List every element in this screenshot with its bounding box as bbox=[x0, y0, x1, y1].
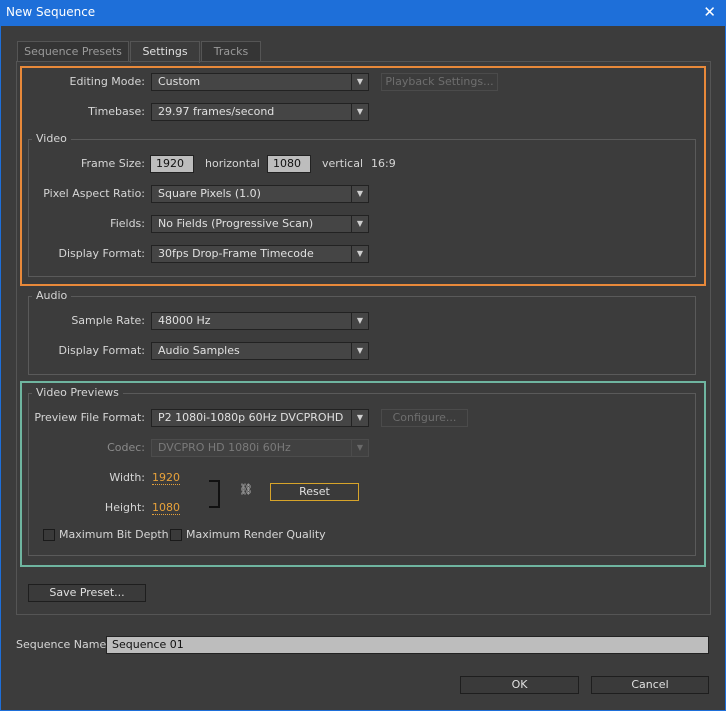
close-icon[interactable]: ✕ bbox=[703, 3, 716, 21]
aspect-ratio-text: 16:9 bbox=[371, 157, 396, 170]
chevron-down-icon: ▼ bbox=[351, 216, 368, 232]
codec-label: Codec: bbox=[107, 441, 145, 454]
sequence-name-input[interactable]: Sequence 01 bbox=[106, 636, 709, 654]
max-render-quality-checkbox[interactable] bbox=[170, 529, 182, 541]
frame-size-label: Frame Size: bbox=[80, 157, 145, 170]
chevron-down-icon: ▼ bbox=[351, 246, 368, 262]
preview-width-value[interactable]: 1920 bbox=[152, 471, 180, 485]
vertical-label: vertical bbox=[322, 157, 364, 170]
link-bracket bbox=[209, 480, 220, 508]
audio-display-format-select[interactable]: Audio Samples ▼ bbox=[151, 342, 369, 360]
playback-settings-button[interactable]: Playback Settings... bbox=[381, 73, 498, 91]
editing-mode-select[interactable]: Custom ▼ bbox=[151, 73, 369, 91]
audio-legend: Audio bbox=[32, 289, 72, 302]
video-display-format-select[interactable]: 30fps Drop-Frame Timecode ▼ bbox=[151, 245, 369, 263]
fields-label: Fields: bbox=[110, 217, 145, 230]
chevron-down-icon: ▼ bbox=[351, 104, 368, 120]
editing-mode-label: Editing Mode: bbox=[69, 75, 146, 88]
window-title: New Sequence bbox=[6, 5, 96, 19]
tab-sequence-presets[interactable]: Sequence Presets bbox=[17, 41, 129, 62]
chevron-down-icon: ▼ bbox=[351, 440, 368, 456]
max-bit-depth-label: Maximum Bit Depth bbox=[59, 528, 169, 541]
audio-group bbox=[28, 296, 696, 375]
video-display-format-label: Display Format: bbox=[58, 247, 145, 260]
timebase-label: Timebase: bbox=[88, 105, 145, 118]
sequence-name-label: Sequence Name: bbox=[16, 638, 110, 651]
frame-width-field[interactable]: 1920 bbox=[150, 155, 194, 173]
tab-settings[interactable]: Settings bbox=[130, 41, 200, 63]
chevron-down-icon: ▼ bbox=[351, 343, 368, 359]
timebase-value: 29.97 frames/second bbox=[158, 105, 275, 118]
reset-button[interactable]: Reset bbox=[270, 483, 359, 501]
preview-file-format-label: Preview File Format: bbox=[34, 411, 145, 424]
ok-button[interactable]: OK bbox=[460, 676, 579, 694]
sample-rate-select[interactable]: 48000 Hz ▼ bbox=[151, 312, 369, 330]
horizontal-label: horizontal bbox=[205, 157, 260, 170]
max-render-quality-label: Maximum Render Quality bbox=[186, 528, 326, 541]
width-label: Width: bbox=[109, 471, 145, 484]
video-display-format-value: 30fps Drop-Frame Timecode bbox=[158, 247, 314, 260]
title-bar: New Sequence ✕ bbox=[0, 0, 726, 26]
pixel-aspect-select[interactable]: Square Pixels (1.0) ▼ bbox=[151, 185, 369, 203]
preview-height-value[interactable]: 1080 bbox=[152, 501, 180, 515]
chevron-down-icon: ▼ bbox=[351, 313, 368, 329]
chevron-down-icon: ▼ bbox=[351, 410, 368, 426]
cancel-button[interactable]: Cancel bbox=[591, 676, 709, 694]
sample-rate-label: Sample Rate: bbox=[71, 314, 145, 327]
video-previews-legend: Video Previews bbox=[32, 386, 123, 399]
codec-select[interactable]: DVCPRO HD 1080i 60Hz ▼ bbox=[151, 439, 369, 457]
pixel-aspect-label: Pixel Aspect Ratio: bbox=[43, 187, 145, 200]
timebase-select[interactable]: 29.97 frames/second ▼ bbox=[151, 103, 369, 121]
video-legend: Video bbox=[32, 132, 71, 145]
fields-value: No Fields (Progressive Scan) bbox=[158, 217, 314, 230]
max-bit-depth-checkbox[interactable] bbox=[43, 529, 55, 541]
chevron-down-icon: ▼ bbox=[351, 74, 368, 90]
sample-rate-value: 48000 Hz bbox=[158, 314, 211, 327]
save-preset-button[interactable]: Save Preset... bbox=[28, 584, 146, 602]
chain-link-icon[interactable]: ⛓ bbox=[239, 483, 253, 496]
preview-file-format-value: P2 1080i-1080p 60Hz DVCPROHD bbox=[158, 411, 344, 424]
pixel-aspect-value: Square Pixels (1.0) bbox=[158, 187, 261, 200]
configure-button[interactable]: Configure... bbox=[381, 409, 468, 427]
chevron-down-icon: ▼ bbox=[351, 186, 368, 202]
frame-height-field[interactable]: 1080 bbox=[267, 155, 311, 173]
audio-display-format-label: Display Format: bbox=[58, 344, 145, 357]
fields-select[interactable]: No Fields (Progressive Scan) ▼ bbox=[151, 215, 369, 233]
tab-tracks[interactable]: Tracks bbox=[201, 41, 261, 62]
preview-file-format-select[interactable]: P2 1080i-1080p 60Hz DVCPROHD ▼ bbox=[151, 409, 369, 427]
editing-mode-value: Custom bbox=[158, 75, 201, 88]
audio-display-format-value: Audio Samples bbox=[158, 344, 240, 357]
height-label: Height: bbox=[104, 501, 145, 514]
codec-value: DVCPRO HD 1080i 60Hz bbox=[158, 441, 291, 454]
